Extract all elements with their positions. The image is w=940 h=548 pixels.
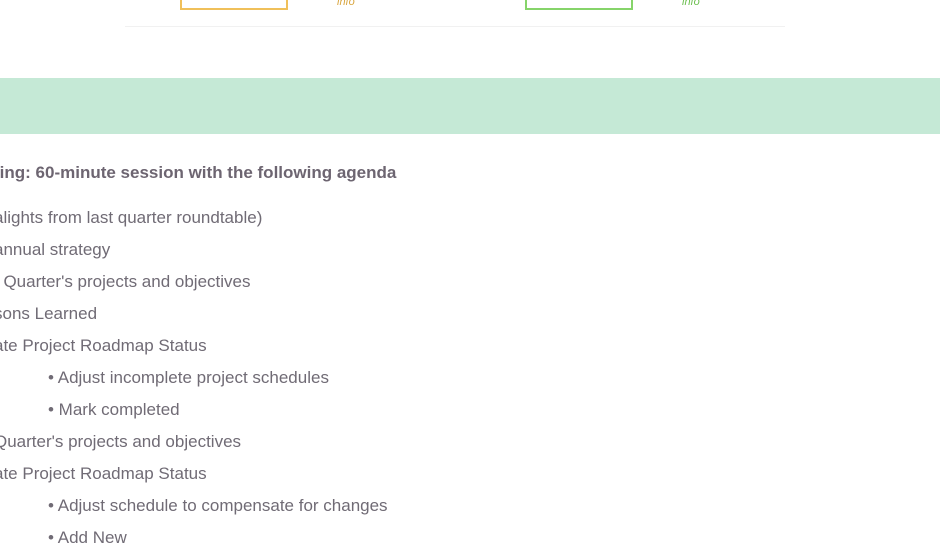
orange-outline-box (180, 0, 288, 10)
agenda-item: t Quarter's projects and objectives (0, 272, 251, 291)
agenda-subitem: • Add New (48, 528, 127, 547)
green-outline-box (525, 0, 633, 10)
section-banner (0, 78, 940, 134)
agenda-subitem: • Mark completed (48, 400, 180, 419)
top-diagram-strip: info info (0, 0, 940, 40)
agenda-title: ting: 60-minute session with the followi… (0, 163, 397, 182)
agenda-subitem: • Adjust schedule to compensate for chan… (48, 496, 388, 515)
agenda-item: Quarter's projects and objectives (0, 432, 242, 451)
agenda-item: ate Project Roadmap Status (0, 336, 207, 355)
agenda-item: alights from last quarter roundtable) (0, 208, 263, 227)
faint-divider (125, 26, 785, 27)
green-info-tag: info (682, 0, 700, 8)
orange-info-tag: info (337, 0, 355, 8)
agenda-item: ate Project Roadmap Status (0, 464, 207, 483)
agenda-item: annual strategy (0, 240, 111, 259)
agenda-item: sons Learned (0, 304, 98, 323)
agenda-subitem: • Adjust incomplete project schedules (48, 368, 329, 387)
